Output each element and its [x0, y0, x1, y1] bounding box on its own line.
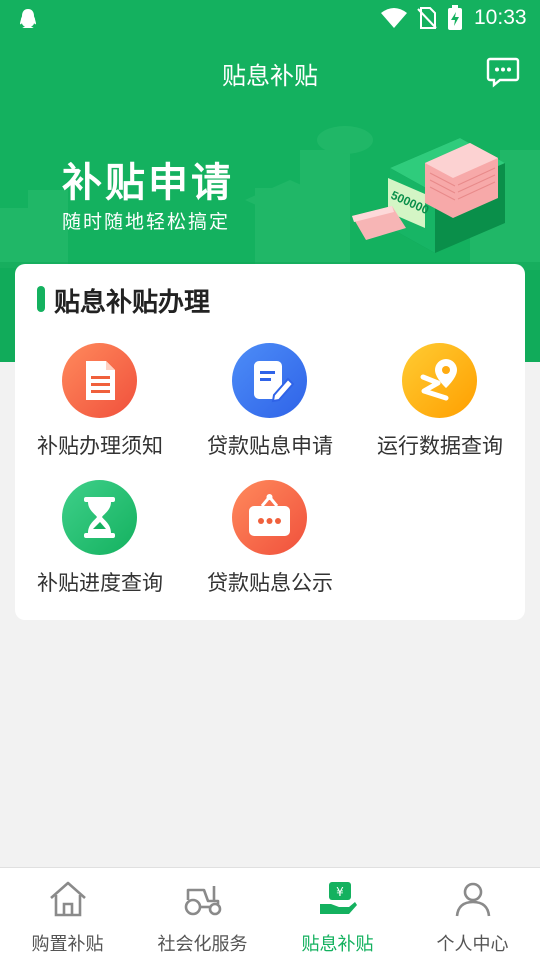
service-icon-circle: [62, 480, 137, 555]
service-label: 运行数据查询: [377, 434, 503, 458]
service-icon-circle: [232, 343, 307, 418]
hand-yen-icon: ¥: [320, 882, 357, 914]
bottom-tab-bar: 购置补贴 社会化服务 ¥ 贴息补贴 个人中心: [0, 867, 540, 960]
page-title: 贴息补贴: [222, 62, 318, 90]
card-title: 贴息补贴办理: [54, 288, 211, 318]
tab-label: 个人中心: [436, 934, 509, 955]
tab-interest-subsidy[interactable]: ¥ 贴息补贴: [270, 868, 405, 960]
section-accent-bar: [37, 286, 45, 312]
route-pin-icon: [402, 343, 477, 418]
tab-social-service[interactable]: 社会化服务: [135, 868, 270, 960]
message-icon[interactable]: [486, 56, 520, 88]
qq-notification-icon: [20, 9, 36, 28]
title-bar: 贴息补贴: [0, 50, 540, 96]
service-loan-interest-notice[interactable]: 贷款贴息公示: [185, 480, 355, 600]
service-label: 贷款贴息公示: [207, 571, 333, 595]
person-icon: [455, 882, 491, 917]
service-operation-data-query[interactable]: 运行数据查询: [355, 343, 525, 463]
house-icon: [50, 881, 86, 917]
tab-label: 社会化服务: [157, 934, 248, 955]
service-label: 贷款贴息申请: [207, 434, 333, 458]
service-label: 补贴办理须知: [37, 434, 163, 458]
no-sim-icon: [417, 7, 437, 29]
banner-subtitle: 随时随地轻松搞定: [62, 211, 231, 233]
document-icon: [62, 343, 137, 418]
service-icon-circle: [62, 343, 137, 418]
service-subsidy-progress-query[interactable]: 补贴进度查询: [15, 480, 185, 600]
banner-title: 补贴申请: [62, 160, 234, 206]
money-counter-illustration: 500000: [352, 138, 505, 253]
tab-label: 购置补贴: [31, 934, 104, 955]
subsidy-services-card: 贴息补贴办理 补贴办理须知 贷款贴息申请 运行数据查询 补贴进度查询 贷款贴息公…: [15, 264, 525, 620]
tab-label: 贴息补贴: [301, 934, 374, 955]
wifi-icon: [381, 8, 407, 28]
service-subsidy-guide[interactable]: 补贴办理须知: [15, 343, 185, 463]
service-icon-circle: [402, 343, 477, 418]
battery-charging-icon: [448, 5, 462, 30]
service-label: 补贴进度查询: [37, 571, 163, 595]
status-bar: 10:33: [0, 0, 540, 38]
svg-text:¥: ¥: [336, 885, 344, 899]
tractor-icon: [184, 886, 222, 916]
service-loan-interest-apply[interactable]: 贷款贴息申请: [185, 343, 355, 463]
status-time: 10:33: [474, 6, 527, 29]
service-icon-circle: [232, 480, 307, 555]
notice-board-icon: [232, 480, 307, 555]
edit-form-icon: [232, 343, 307, 418]
tab-purchase-subsidy[interactable]: 购置补贴: [0, 868, 135, 960]
hourglass-icon: [62, 480, 137, 555]
tab-personal-center[interactable]: 个人中心: [405, 868, 540, 960]
